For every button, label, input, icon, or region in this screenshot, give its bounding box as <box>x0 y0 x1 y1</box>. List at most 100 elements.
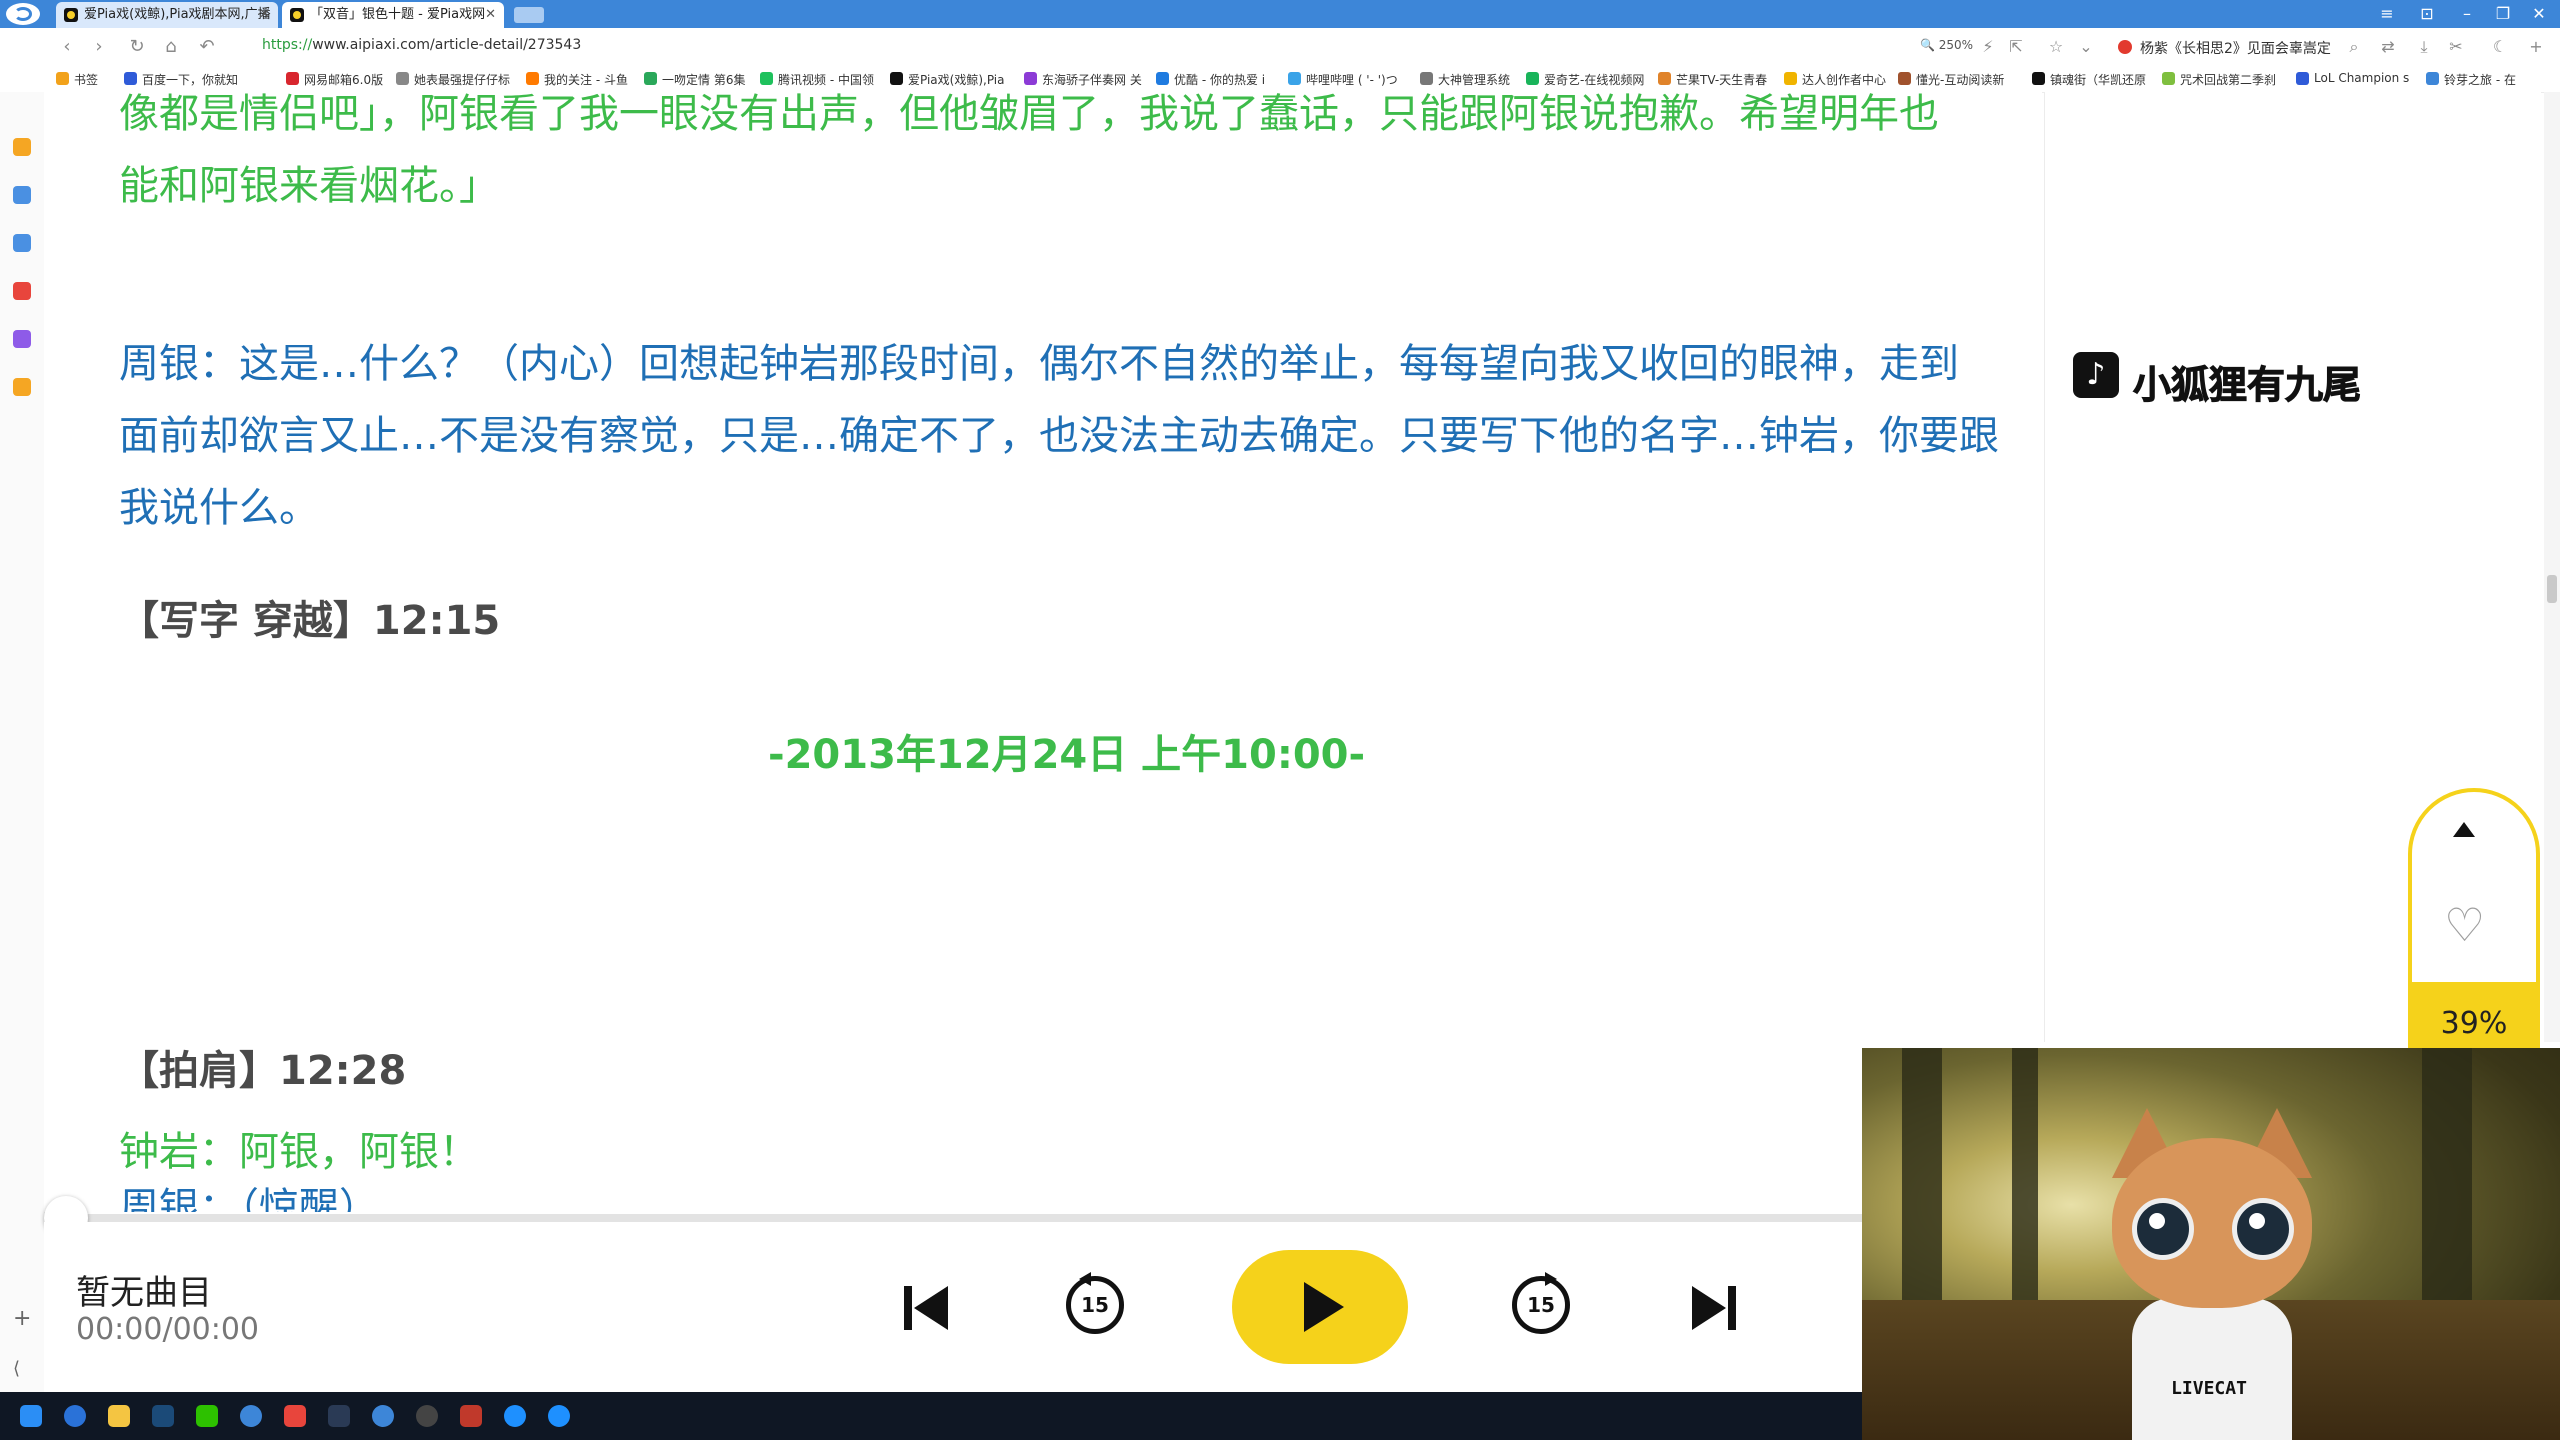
collapse-sidebar-icon[interactable]: ⟨ <box>13 1360 31 1378</box>
browser-logo-icon[interactable] <box>6 3 40 25</box>
folder-icon[interactable] <box>108 1405 130 1427</box>
add-sidebar-icon[interactable]: + <box>13 1308 31 1330</box>
os-taskbar <box>0 1392 1862 1440</box>
bookmark-label: 一吻定情 第6集 <box>662 73 746 87</box>
bookmark-item[interactable]: 懂光-互动阅读新 <box>1898 71 2004 88</box>
seek-forward-15-button[interactable]: 15 <box>1512 1272 1570 1334</box>
tab-article[interactable]: 「双音」银色十题 - 爱Pia戏网 ✕ <box>282 2 504 28</box>
bookmark-label: 铃芽之旅 - 在 <box>2444 73 2516 87</box>
seek-back-label: 15 <box>1081 1293 1109 1317</box>
steam-icon[interactable] <box>152 1405 174 1427</box>
back-to-top-icon[interactable] <box>2453 822 2475 837</box>
close-window-icon[interactable]: ✕ <box>2522 0 2556 28</box>
bookmark-item[interactable]: 爱奇艺-在线视频网 <box>1526 71 1644 88</box>
tiktok-icon: ♪ <box>2073 352 2119 398</box>
tab-label: 爱Pia戏(戏鲸),Pia戏剧本网,广播 <box>84 7 271 22</box>
sogou-icon <box>2118 40 2132 54</box>
section-heading: 【写字 穿越】12:15 <box>119 598 501 644</box>
bookmark-label: 大神管理系统 <box>1438 73 1511 87</box>
app-icon[interactable] <box>460 1405 482 1427</box>
bookmark-item[interactable]: 芒果TV-天生青春 <box>1658 71 1767 88</box>
browser-taskbar-icon[interactable] <box>372 1405 394 1427</box>
obs-icon[interactable] <box>416 1405 438 1427</box>
back-icon[interactable]: ‹ <box>56 36 78 58</box>
game-icon[interactable] <box>13 234 31 252</box>
bookmark-item[interactable]: 镇魂街（华凯还原 <box>2032 71 2146 88</box>
kugou-icon[interactable] <box>64 1405 86 1427</box>
search-icon[interactable]: ⌕ <box>2344 37 2364 57</box>
previous-icon <box>904 1286 912 1330</box>
minimize-icon[interactable]: – <box>2450 0 2484 28</box>
play-button[interactable] <box>1232 1250 1408 1364</box>
dialogue-line: 像都是情侣吧」，阿银看了我一眼没有出声，但他皱眉了，我说了蠢话，只能跟阿银说抱歉… <box>119 92 1939 137</box>
restore-icon[interactable]: ❐ <box>2486 0 2520 28</box>
close-icon[interactable]: ✕ <box>259 2 270 28</box>
watermark-text: 小狐狸有九尾 <box>2132 363 2362 408</box>
refresh-icon[interactable]: ↻ <box>126 36 148 58</box>
bookmark-item[interactable]: 优酷 - 你的热爱 i <box>1156 71 1265 88</box>
news-ticker[interactable]: 杨紫《长相思2》见面会辜嵩定 <box>2140 38 2331 58</box>
wechat-icon[interactable] <box>196 1405 218 1427</box>
bookmark-item[interactable]: 一吻定情 第6集 <box>644 71 745 88</box>
download-icon[interactable]: ⤓ <box>2414 37 2434 57</box>
next-icon <box>1728 1286 1736 1330</box>
bookmark-item[interactable]: 爱Pia戏(戏鲸),Pia <box>890 71 1005 88</box>
bookmark-item[interactable]: 咒术回战第二季刹 <box>2162 71 2276 88</box>
tab-aipiaxi-home[interactable]: 爱Pia戏(戏鲸),Pia戏剧本网,广播 ✕ <box>56 2 278 28</box>
translate-icon[interactable]: ⇄ <box>2378 37 2398 57</box>
home-icon[interactable]: ⌂ <box>160 36 182 58</box>
share-icon[interactable]: ⇱ <box>2006 37 2026 57</box>
bookmark-item[interactable]: 百度一下，你就知 <box>124 71 238 88</box>
zoom-level[interactable]: 🔍 250% <box>1920 38 1973 52</box>
plus-icon[interactable]: + <box>2526 37 2546 57</box>
playback-progress-track[interactable] <box>44 1214 1862 1222</box>
star-icon[interactable]: ☆ <box>2046 37 2066 57</box>
bookmark-label: 镇魂街（华凯还原 <box>2050 73 2147 87</box>
previous-track-button[interactable] <box>902 1280 958 1336</box>
search-tool-icon[interactable] <box>13 378 31 396</box>
scissors-icon[interactable]: ✂ <box>2446 37 2466 57</box>
favorites-icon[interactable] <box>13 138 31 156</box>
heart-icon[interactable]: ♡ <box>2444 902 2485 948</box>
skin-icon[interactable]: ⊡ <box>2410 0 2444 28</box>
bookmark-item[interactable]: 哔哩哔哩 ( '- ')つ <box>1288 71 1398 88</box>
bookmark-label: 达人创作者中心 <box>1802 73 1887 87</box>
bookmark-item[interactable]: 网易邮箱6.0版 <box>286 71 383 88</box>
zoom-value: 250% <box>1938 38 1974 52</box>
bookmark-label: 优酷 - 你的热爱 i <box>1174 73 1266 87</box>
close-icon[interactable]: ✕ <box>485 2 496 28</box>
next-track-button[interactable] <box>1686 1280 1742 1336</box>
url-field[interactable]: https://www.aipiaxi.com/article-detail/2… <box>262 37 581 53</box>
bookmark-label: 她表最强提仔仔标 <box>414 73 511 87</box>
bookmark-item[interactable]: 达人创作者中心 <box>1784 71 1886 88</box>
forward-icon[interactable]: › <box>88 36 110 58</box>
bookmark-item[interactable]: 东海骄子伴奏网 关 <box>1024 71 1142 88</box>
note-icon[interactable] <box>13 330 31 348</box>
bookmark-item[interactable]: 腾讯视频 - 中国领 <box>760 71 874 88</box>
bookmark-label: 懂光-互动阅读新 <box>1916 73 2005 87</box>
pdf-icon[interactable] <box>13 282 31 300</box>
new-tab-button[interactable] <box>514 7 544 23</box>
seek-back-15-button[interactable]: 15 <box>1066 1272 1124 1334</box>
bookmark-item[interactable]: 她表最强提仔仔标 <box>396 71 510 88</box>
bookmark-label: 爱奇艺-在线视频网 <box>1544 73 1645 87</box>
history-icon[interactable] <box>13 186 31 204</box>
scrollbar-thumb[interactable] <box>2547 575 2557 603</box>
bookmark-item[interactable]: 书签 <box>56 71 98 88</box>
scrollbar[interactable] <box>2544 92 2560 1042</box>
chevron-down-icon[interactable]: ⌄ <box>2076 37 2096 57</box>
bookmark-item[interactable]: 铃芽之旅 - 在 <box>2426 71 2516 88</box>
netease-music-icon[interactable] <box>284 1405 306 1427</box>
app-icon[interactable] <box>504 1405 526 1427</box>
app-icon[interactable] <box>548 1405 570 1427</box>
menu-icon[interactable]: ≡ <box>2370 0 2404 28</box>
undo-icon[interactable]: ↶ <box>196 36 218 58</box>
windows-start-icon[interactable] <box>20 1405 42 1427</box>
bookmark-item[interactable]: LoL Champion s <box>2296 71 2409 85</box>
moon-icon[interactable]: ☾ <box>2490 37 2510 57</box>
bookmark-item[interactable]: 大神管理系统 <box>1420 71 1510 88</box>
bookmark-item[interactable]: 我的关注 - 斗鱼 <box>526 71 628 88</box>
browser-taskbar-icon[interactable] <box>240 1405 262 1427</box>
app-icon[interactable] <box>328 1405 350 1427</box>
lightning-icon[interactable]: ⚡ <box>1978 37 1998 57</box>
